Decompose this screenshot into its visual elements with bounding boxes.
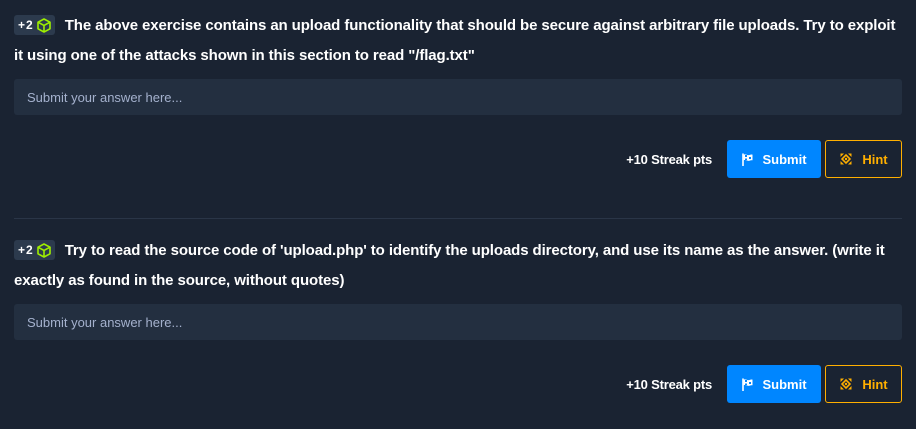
question-actions: +10 Streak pts Submit Hint [626, 140, 902, 178]
hint-icon [840, 378, 852, 390]
streak-points: +10 Streak pts [626, 151, 712, 167]
hint-button[interactable]: Hint [825, 140, 902, 178]
answer-input[interactable] [14, 304, 902, 340]
question-text-container: +2 Try to read the source code of 'uploa… [14, 236, 904, 296]
question-card-2: +2 Try to read the source code of 'uploa… [0, 219, 916, 429]
streak-points: +10 Streak pts [626, 376, 712, 392]
question-text: Try to read the source code of 'upload.p… [14, 242, 885, 289]
points-badge: +2 [14, 240, 55, 260]
cube-icon [36, 17, 51, 33]
points-value: +2 [18, 18, 34, 32]
flag-icon [742, 377, 753, 391]
submit-label: Submit [762, 376, 807, 392]
hint-label: Hint [862, 376, 888, 392]
question-actions: +10 Streak pts Submit Hint [626, 365, 902, 403]
question-text-container: +2 The above exercise contains an upload… [14, 11, 904, 71]
cube-icon [36, 242, 51, 258]
submit-button[interactable]: Submit [727, 140, 821, 178]
points-value: +2 [18, 243, 34, 257]
hint-icon [840, 153, 852, 165]
question-text: The above exercise contains an upload fu… [14, 17, 896, 64]
submit-button[interactable]: Submit [727, 365, 821, 403]
answer-input[interactable] [14, 79, 902, 115]
hint-label: Hint [862, 151, 888, 167]
points-badge: +2 [14, 15, 55, 35]
flag-icon [742, 152, 753, 166]
hint-button[interactable]: Hint [825, 365, 902, 403]
submit-label: Submit [762, 151, 807, 167]
question-card-1: +2 The above exercise contains an upload… [0, 0, 916, 218]
